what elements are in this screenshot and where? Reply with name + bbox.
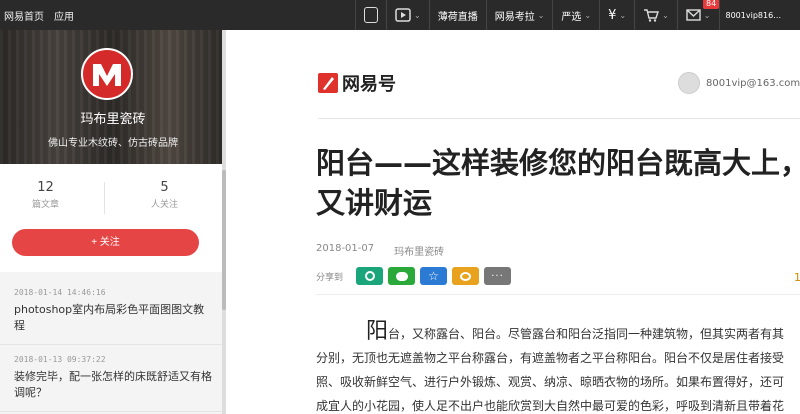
share-count: 1: [794, 271, 800, 284]
article-main: 网易号 8001vip@163.com 阳台——这样装修您的阳台既高大上，又讲财…: [226, 30, 800, 414]
cart-icon: [644, 9, 660, 22]
avatar[interactable]: [678, 72, 700, 94]
chevron-down-icon: ⌄: [619, 10, 627, 20]
quill-icon: [318, 73, 338, 93]
divider: [316, 294, 800, 295]
share-wechat-button[interactable]: [388, 267, 416, 285]
username: 8001vip816…: [725, 10, 782, 20]
divider: [318, 118, 800, 119]
m-logo-icon: [93, 64, 121, 86]
weibo-icon: [460, 271, 472, 281]
author-logo[interactable]: [81, 48, 133, 100]
topbar-right: ⌄ 薄荷直播 网易考拉 ⌄ 严选 ⌄ ¥ ⌄ ⌄ ⌄ 8001vip816…: [355, 0, 787, 30]
lottery-button[interactable]: ¥ ⌄: [599, 0, 634, 30]
chevron-down-icon: ⌄: [414, 10, 421, 20]
qq-icon: [364, 271, 375, 281]
author-banner: 玛布里瓷砖 佛山专业木纹砖、仿古砖品牌: [0, 30, 226, 164]
more-icon: ···: [491, 270, 504, 282]
bohe-live-link[interactable]: 薄荷直播: [428, 0, 486, 30]
follow-button[interactable]: + 关注: [12, 229, 199, 256]
kaola-link[interactable]: 网易考拉 ⌄: [485, 0, 553, 30]
paragraph-line: 阳台，又称露台、阳台。尽管露台和阳台泛指同一种建筑物，但其实两者有其: [366, 319, 785, 344]
author-stats: 12 篇文章 5 人关注: [0, 164, 226, 224]
star-icon: ☆: [428, 269, 439, 283]
stats-divider: [104, 182, 105, 214]
publish-date: 2018-01-07: [316, 243, 375, 254]
chevron-down-icon: ⌄: [703, 10, 711, 20]
share-weibo-button[interactable]: [452, 267, 480, 285]
article-count: 12 篇文章: [31, 180, 59, 210]
video-button[interactable]: ⌄: [386, 0, 429, 30]
author-name[interactable]: 玛布里瓷砖: [0, 108, 226, 127]
netease-hao-logo[interactable]: 网易号: [318, 70, 396, 96]
chevron-down-icon: ⌄: [584, 10, 592, 20]
article-list: 2018-01-14 14:46:16 photoshop室内布局彩色平面图图文…: [0, 278, 226, 412]
mail-count-badge: 84: [703, 0, 720, 9]
mobile-app-button[interactable]: [355, 0, 386, 30]
article-body: 阳台，又称露台、阳台。尽管露台和阳台泛指同一种建筑物，但其实两者有其 分别，无顶…: [316, 320, 800, 414]
cart-button[interactable]: ⌄: [634, 0, 677, 30]
wechat-icon: [395, 271, 408, 281]
paragraph-line: 照、吸收新鲜空气、进行户外锻炼、观赏、纳凉、晾晒衣物的场所。如果布置得好，还可: [316, 375, 785, 389]
share-qq-button[interactable]: [356, 267, 384, 285]
play-icon: [395, 8, 411, 22]
article-source[interactable]: 玛布里瓷砖: [394, 243, 444, 258]
user-account-menu[interactable]: 8001vip816…: [718, 0, 788, 30]
share-bar: 分享到 ☆ ···: [316, 267, 512, 285]
list-item[interactable]: 2018-01-14 14:46:16 photoshop室内布局彩色平面图图文…: [0, 278, 226, 345]
mail-icon: [686, 9, 701, 21]
share-more-button[interactable]: ···: [484, 267, 512, 285]
apps-menu[interactable]: 应用: [54, 8, 74, 23]
top-navigation-bar: 网易首页 应用 ⌄ 薄荷直播 网易考拉 ⌄ 严选 ⌄ ¥ ⌄ ⌄ ⌄ 8001vip8…: [0, 0, 800, 30]
article-meta: 2018-01-07 玛布里瓷砖: [316, 243, 444, 258]
phone-icon: [364, 7, 378, 23]
share-qzone-button[interactable]: ☆: [420, 267, 448, 285]
yen-icon: ¥: [608, 7, 617, 23]
paragraph-line: 成宜人的小花园，使人足不出户也能欣赏到大自然中最可爱的色彩，呼吸到清新且带着花: [316, 399, 785, 413]
user-info[interactable]: 8001vip@163.com: [678, 72, 800, 94]
author-description: 佛山专业木纹砖、仿古砖品牌: [48, 138, 178, 149]
chevron-down-icon: ⌄: [537, 10, 545, 20]
paragraph-line: 分别，无顶也无遮盖物之平台称露台，有遮盖物者之平台称阳台。阳台不仅是居住者接受: [316, 351, 785, 365]
follower-count: 5 人关注: [150, 180, 178, 210]
user-email: 8001vip@163.com: [706, 77, 800, 89]
list-item[interactable]: 2018-01-13 09:37:22 装修完毕，配一张怎样的床既舒适又有格调呢…: [0, 345, 226, 412]
chevron-down-icon: ⌄: [662, 10, 669, 20]
drop-cap: 阳: [366, 319, 389, 344]
share-label: 分享到: [316, 272, 344, 283]
yanxuan-link[interactable]: 严选 ⌄: [552, 0, 599, 30]
author-sidebar: 玛布里瓷砖 佛山专业木纹砖、仿古砖品牌 12 篇文章 5 人关注 + 关注 20…: [0, 30, 226, 414]
article-title: 阳台——这样装修您的阳台既高大上，又讲财运: [316, 146, 800, 220]
netease-home-link[interactable]: 网易首页: [4, 8, 44, 23]
topbar-left: 网易首页 应用: [4, 0, 74, 30]
